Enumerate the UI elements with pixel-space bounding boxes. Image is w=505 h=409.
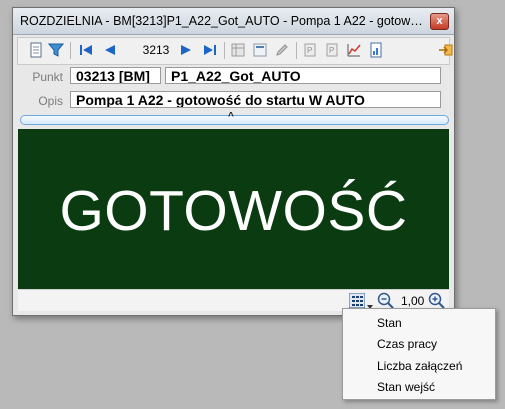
menu-item-czas-pracy[interactable]: Czas pracy	[377, 337, 437, 351]
print-icon[interactable]: P	[302, 42, 318, 58]
chevron-up-icon: ^	[228, 111, 234, 122]
toolbar-separator	[296, 42, 297, 59]
form-icon[interactable]	[252, 42, 268, 58]
edit-icon[interactable]	[274, 42, 290, 58]
print-preview-icon[interactable]: P	[324, 42, 340, 58]
svg-text:P: P	[329, 46, 334, 55]
menu-item-liczba-zalaczen[interactable]: Liczba załączeń	[377, 359, 462, 373]
punkt-code-field[interactable]: 03213 [BM]	[70, 67, 161, 84]
window-title: ROZDZIELNIA - BM[3213]P1_A22_Got_AUTO - …	[20, 14, 428, 28]
record-number[interactable]: 3213	[136, 43, 176, 57]
report-icon[interactable]	[368, 42, 384, 58]
table-icon[interactable]	[230, 42, 246, 58]
opis-label: Opis	[38, 94, 63, 108]
previous-record-icon[interactable]	[102, 42, 118, 58]
last-record-icon[interactable]	[202, 42, 218, 58]
menu-item-stan[interactable]: Stan	[377, 316, 402, 330]
context-menu: Stan Czas pracy Liczba załączeń Stan wej…	[342, 308, 496, 400]
punkt-name-field[interactable]: P1_A22_Got_AUTO	[165, 67, 441, 84]
punkt-label: Punkt	[32, 70, 63, 84]
svg-text:P: P	[307, 46, 312, 55]
toolbar-separator	[224, 42, 225, 59]
exit-icon[interactable]	[438, 42, 454, 58]
status-display-panel: GOTOWOŚĆ	[18, 129, 449, 289]
next-record-icon[interactable]	[178, 42, 194, 58]
main-window: ROZDZIELNIA - BM[3213]P1_A22_Got_AUTO - …	[12, 7, 455, 316]
toolbar: 3213 P P	[17, 37, 453, 65]
toolbar-separator	[70, 42, 71, 59]
chart-icon[interactable]	[346, 42, 362, 58]
menu-item-stan-wejsc[interactable]: Stan wejść	[377, 380, 435, 394]
title-bar[interactable]: ROZDZIELNIA - BM[3213]P1_A22_Got_AUTO - …	[13, 8, 454, 35]
first-record-icon[interactable]	[78, 42, 94, 58]
zoom-level: 1,00	[401, 294, 425, 308]
view-mode-icon[interactable]	[348, 292, 366, 309]
document-icon[interactable]	[28, 42, 44, 58]
collapse-splitter[interactable]: ^	[20, 111, 449, 125]
filter-icon[interactable]	[48, 42, 64, 58]
close-button[interactable]: x	[430, 13, 449, 30]
opis-field[interactable]: Pompa 1 A22 - gotowość do startu W AUTO	[70, 91, 441, 108]
status-text: GOTOWOŚĆ	[59, 179, 408, 243]
